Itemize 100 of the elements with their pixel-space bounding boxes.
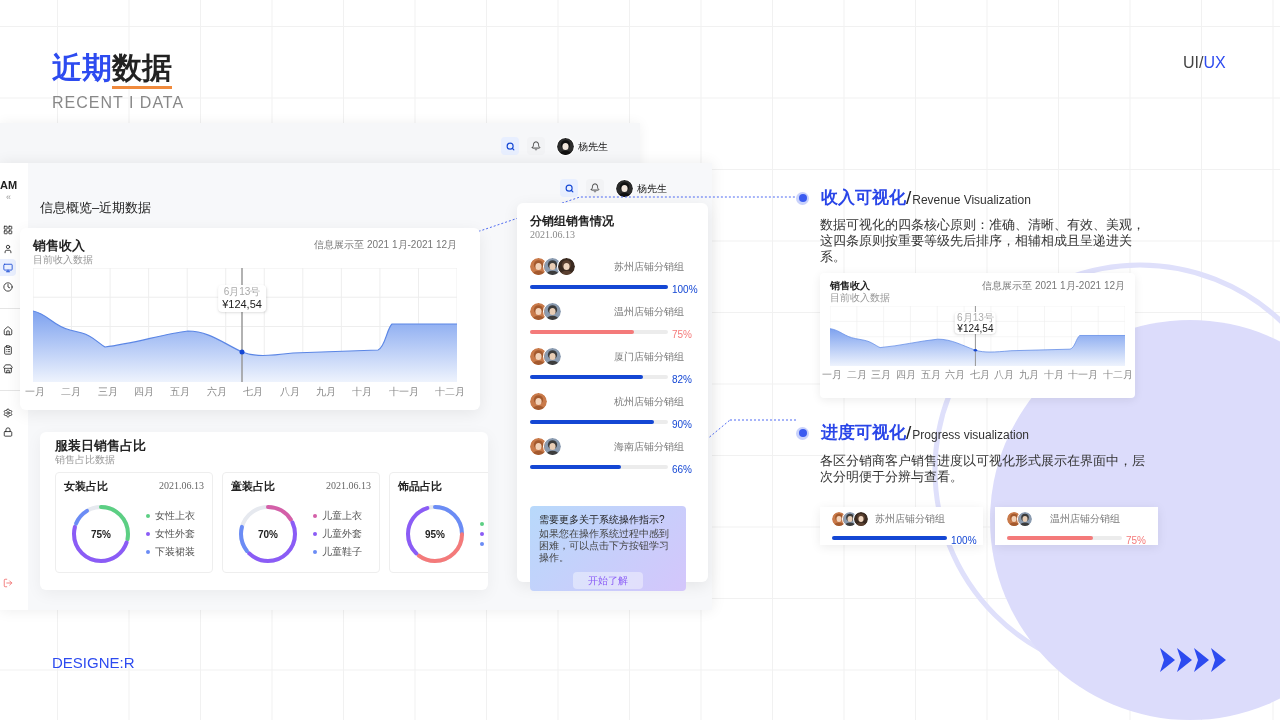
group-name: 苏州店铺分销组 [614, 259, 684, 274]
group-name: 海南店铺分销组 [614, 439, 684, 454]
grid-icon [3, 224, 13, 235]
group-name: 杭州店铺分销组 [614, 394, 684, 409]
donut-chart-drawing [70, 503, 132, 565]
search-button[interactable] [501, 137, 519, 155]
tag-separator: / [1199, 53, 1204, 73]
start-button[interactable]: 开始了解 [573, 572, 643, 589]
percent-label: 100% [672, 284, 696, 296]
callout-title: 收入可视化 [821, 187, 906, 209]
bell-icon [531, 141, 541, 151]
callout-text: 各区分销商客户销售进度以可视化形式展示在界面中，层次分明便于分辨与查看。 [820, 453, 1146, 485]
heading-accent: 近期 [52, 50, 112, 86]
title-separator: / [906, 187, 912, 209]
tooltip-date: 6月13号 [957, 312, 994, 323]
month-label: 六月 [206, 385, 227, 399]
search-button[interactable] [560, 179, 578, 197]
arrows-logo-icon [1160, 648, 1228, 672]
nav-item[interactable] [0, 259, 16, 276]
legend-label: 女性外套 [155, 528, 195, 540]
month-label: 一月 [822, 368, 842, 382]
month-label: 二月 [61, 385, 82, 399]
ratio-title: 饰品占比 [398, 479, 442, 493]
brand-logo: AM [0, 179, 19, 192]
percent-label: 100% [951, 535, 975, 547]
card-title: 销售收入 [830, 279, 871, 292]
percent-label: 75% [1126, 535, 1147, 547]
month-label: 一月 [25, 385, 45, 399]
month-label: 十月 [352, 385, 373, 399]
month-label: 三月 [97, 385, 118, 399]
month-label: 十二月 [434, 385, 465, 399]
callout-subtitle: Revenue Visualization [912, 191, 1031, 209]
legend-label: 儿童外套 [322, 528, 362, 540]
card-subtitle: 销售占比数据 [55, 454, 116, 466]
percent-label: 75% [672, 329, 693, 341]
gear-icon [3, 407, 13, 418]
date-range: 信息展示至 2021 1月-2021 12月 [982, 279, 1125, 293]
month-label: 八月 [279, 385, 300, 399]
card-title: 服装日销售占比 [55, 438, 147, 454]
month-label: 十一月 [388, 385, 419, 399]
connector-line [729, 419, 797, 421]
page-title: 信息概览–近期数据 [39, 199, 153, 217]
donut-value: 70% [258, 527, 278, 542]
store-icon [3, 363, 13, 374]
footer-signature: DESIGNE:R [52, 653, 135, 673]
month-label: 八月 [994, 368, 1015, 382]
group-name: 温州店铺分销组 [614, 304, 684, 319]
legend-label: 女性上衣 [155, 510, 195, 522]
panel-title: 分销组销售情况 [530, 213, 615, 229]
ratio-date: 2021.06.13 [159, 479, 204, 493]
tooltip-value: ¥124,54 [222, 297, 262, 312]
month-label: 七月 [243, 385, 264, 399]
month-label: 三月 [871, 368, 892, 382]
panel-date: 2021.06.13 [530, 229, 576, 241]
user-name: 杨先生 [578, 139, 608, 154]
card-subtitle: 目前收入数据 [33, 254, 93, 266]
group-name: 厦门店铺分销组 [614, 349, 684, 364]
month-label: 二月 [846, 368, 867, 382]
clipboard-icon [3, 344, 13, 355]
legend-label: 下装裙装 [155, 546, 195, 558]
tooltip-date: 6月13号 [223, 286, 261, 298]
callout-dot-icon [796, 426, 809, 440]
callout-title: 进度可视化 [821, 422, 906, 444]
notification-button[interactable] [527, 137, 545, 155]
user-name: 杨先生 [637, 181, 667, 196]
search-icon [505, 141, 515, 151]
help-text: 如果您在操作系统过程中感到困难，可以点击下方按钮学习操作。 [539, 528, 670, 564]
percent-label: 90% [672, 419, 693, 431]
month-label: 九月 [1019, 368, 1039, 382]
card-title: 销售收入 [33, 238, 86, 254]
month-label: 九月 [315, 385, 336, 399]
group-name: 温州店铺分销组 [1050, 512, 1120, 526]
date-range: 信息展示至 2021 1月-2021 12月 [314, 238, 457, 252]
search-icon [564, 183, 574, 193]
percent-label: 82% [672, 374, 693, 386]
callout-subtitle: Progress visualization [912, 426, 1029, 444]
month-label: 五月 [170, 385, 191, 399]
tag-accent: UX [1203, 53, 1226, 73]
lock-icon [3, 426, 13, 437]
user-icon [3, 243, 13, 254]
tooltip-value: ¥124,54 [957, 323, 994, 334]
donut-value: 75% [91, 527, 111, 542]
percent-label: 66% [672, 464, 693, 476]
callout-text: 数据可视化的四条核心原则：准确、清晰、有效、美观，这四条原则按重要等级先后排序，相辅相成且呈递进关系。 [820, 217, 1146, 265]
month-label: 十月 [1043, 368, 1064, 382]
legend-label: 儿童上衣 [322, 510, 362, 522]
legend-label: 儿童鞋子 [322, 546, 362, 558]
card-subtitle: 目前收入数据 [830, 292, 890, 304]
ratio-title: 童装占比 [231, 479, 275, 493]
help-title: 需要更多关于系统操作指示? [539, 513, 666, 526]
donut-chart-drawing [404, 503, 466, 565]
heading-subtitle: RECENT I DATA [52, 93, 185, 113]
notification-button[interactable] [586, 179, 604, 197]
month-label: 七月 [969, 368, 990, 382]
heading-text: 数据 [112, 50, 172, 89]
month-label: 五月 [920, 368, 941, 382]
tag-text: UI [1183, 53, 1199, 73]
month-label: 四月 [895, 368, 916, 382]
callout-dot-icon [796, 191, 809, 205]
bell-icon [590, 183, 600, 193]
